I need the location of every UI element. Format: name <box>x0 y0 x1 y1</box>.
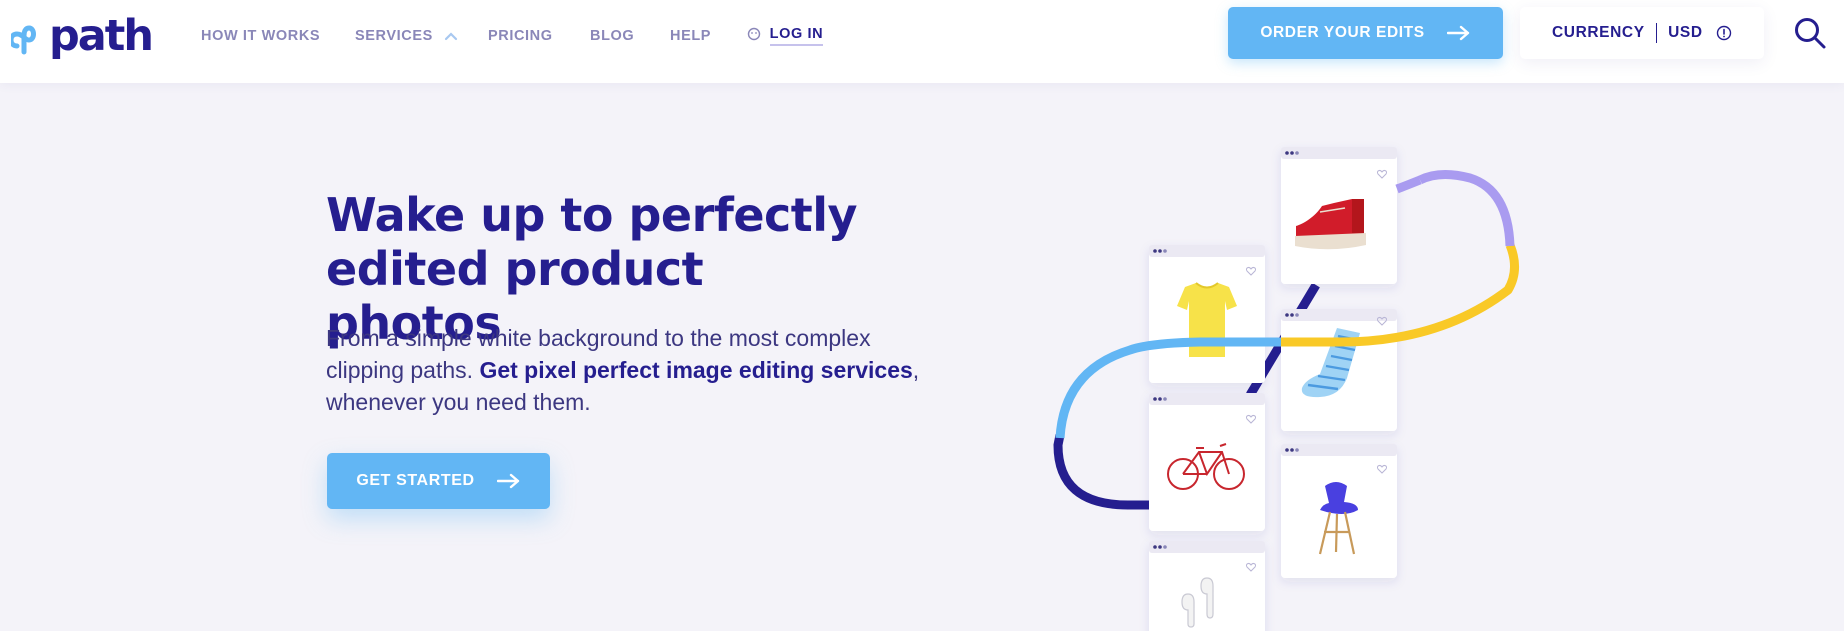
product-card-chair <box>1281 444 1397 578</box>
product-card-sneaker <box>1281 147 1397 284</box>
product-card-sock <box>1281 309 1397 431</box>
product-card-earbuds <box>1149 541 1265 631</box>
product-card-tshirt <box>1149 245 1265 383</box>
hero-illustration <box>1053 147 1519 631</box>
product-card-bicycle <box>1149 393 1265 531</box>
